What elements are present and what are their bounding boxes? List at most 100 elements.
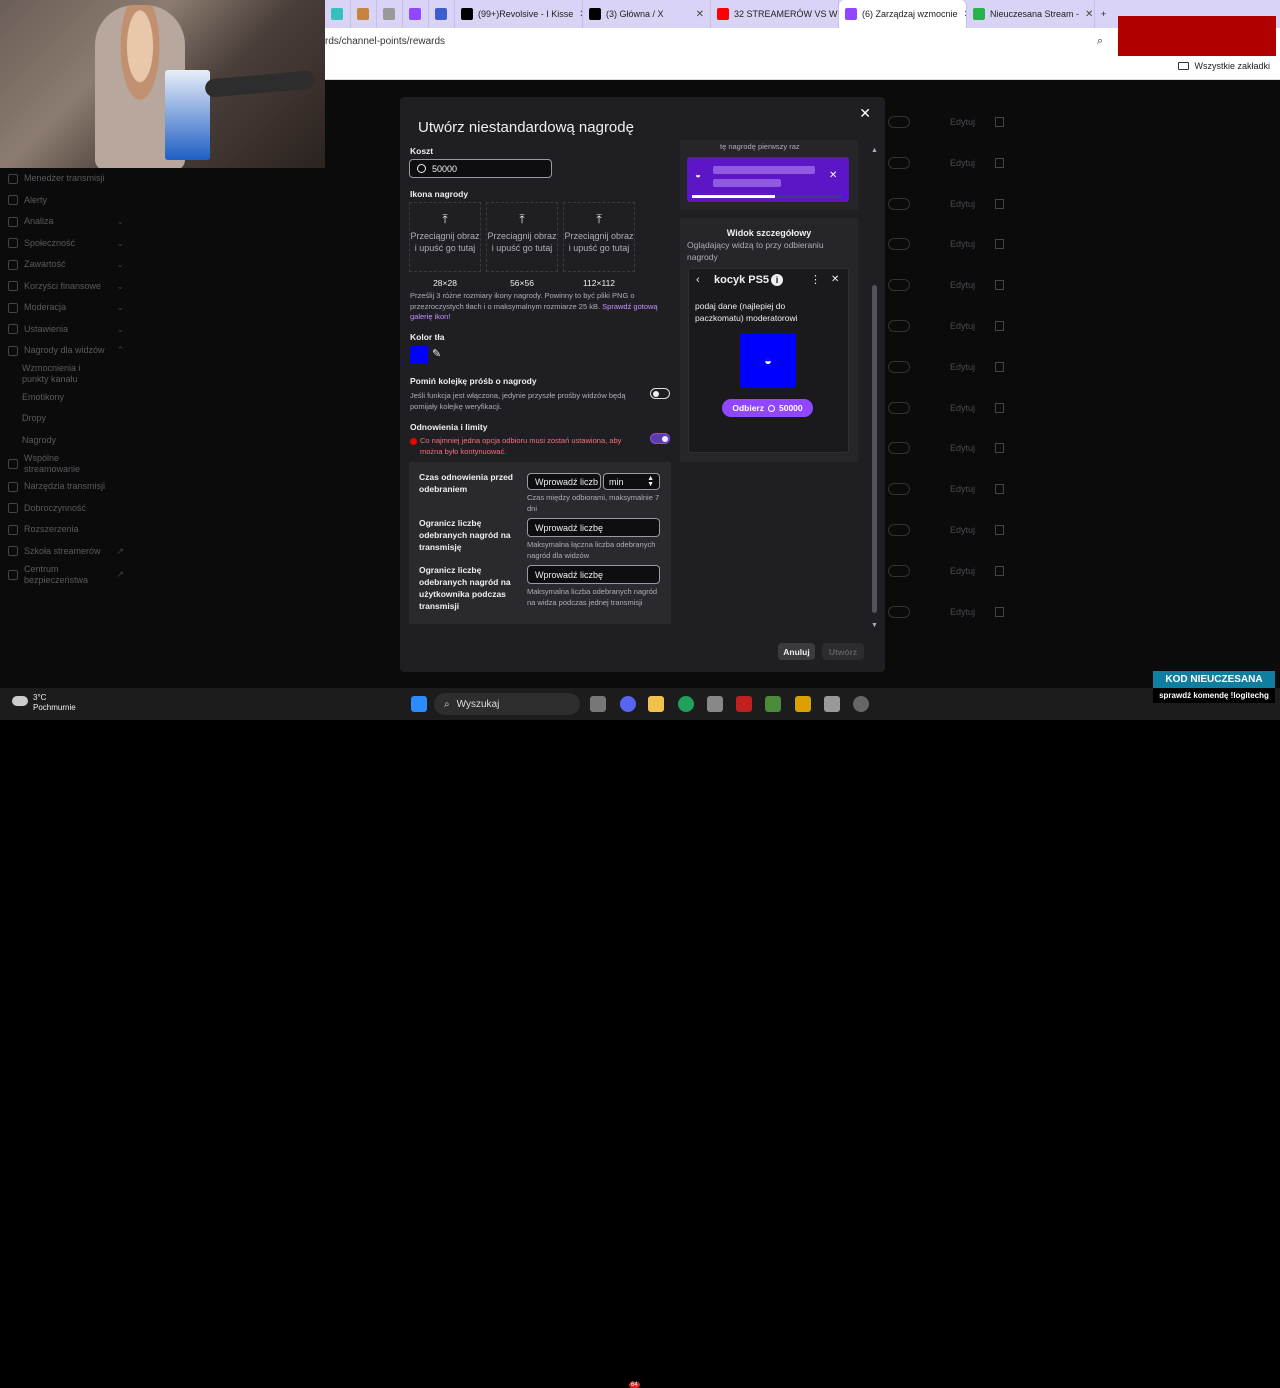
reward-toggle[interactable] — [888, 116, 910, 128]
app-icon[interactable] — [824, 696, 840, 712]
edit-button[interactable]: Edytuj — [950, 566, 975, 576]
sidebar-item[interactable]: Alerty — [0, 190, 130, 212]
reward-toggle[interactable] — [888, 156, 910, 169]
reward-toggle[interactable] — [888, 279, 910, 292]
reward-toggle[interactable] — [888, 564, 910, 577]
edit-button[interactable]: Edytuj — [950, 443, 975, 453]
sidebar-item[interactable]: Wspólne streamowanie — [0, 451, 130, 476]
trash-icon[interactable] — [995, 525, 1005, 535]
trash-icon[interactable] — [995, 484, 1005, 495]
reward-toggle[interactable] — [888, 605, 910, 618]
cooldown-unit-select[interactable]: min ▲ ▼ — [603, 473, 660, 490]
zoom-icon[interactable]: ⌕ — [1097, 35, 1103, 48]
browser-tab[interactable]: (99+)Revolsive - I Kisse✕ — [455, 0, 583, 28]
sidebar-item[interactable]: Nagrody dla widzów ⌃ — [0, 340, 130, 362]
sidebar-item[interactable]: Centrum bezpieczeństwa ↗ — [0, 562, 130, 587]
browser-tab[interactable] — [377, 0, 403, 28]
info-icon[interactable]: i — [771, 274, 783, 286]
edit-button[interactable]: Edytuj — [950, 280, 975, 290]
app-icon[interactable] — [707, 696, 723, 712]
reward-toggle[interactable] — [888, 524, 910, 536]
edit-button[interactable]: Edytuj — [950, 117, 975, 127]
trash-icon[interactable] — [995, 402, 1005, 413]
chrome-icon[interactable] — [678, 696, 694, 712]
sidebar-item[interactable]: Moderacja ⌄ — [0, 297, 130, 319]
sidebar-item[interactable]: Narzędzia transmisji — [0, 476, 130, 498]
reward-toggle[interactable] — [888, 197, 910, 210]
color-swatch[interactable] — [410, 346, 428, 364]
trash-icon[interactable] — [995, 198, 1005, 209]
close-tab-icon[interactable]: ✕ — [573, 9, 582, 20]
trash-icon[interactable] — [995, 443, 1005, 454]
edit-button[interactable]: Edytuj — [950, 362, 975, 372]
edit-button[interactable]: Edytuj — [950, 239, 975, 249]
reward-toggle[interactable] — [888, 483, 910, 496]
edit-button[interactable]: Edytuj — [950, 484, 975, 494]
reward-toggle[interactable] — [888, 360, 910, 373]
task-view-icon[interactable] — [590, 696, 606, 712]
close-icon[interactable]: ✕ — [829, 170, 837, 181]
sidebar-item[interactable]: Korzyści finansowe ⌄ — [0, 276, 130, 298]
app-icon[interactable] — [765, 696, 781, 712]
sidebar-item[interactable]: Dobroczynność — [0, 498, 130, 520]
trash-icon[interactable] — [995, 321, 1005, 331]
url-text[interactable]: rds/channel-points/rewards — [325, 36, 445, 47]
browser-tab[interactable]: Nieuczesana Stream - ✕ — [967, 0, 1095, 28]
sidebar-item[interactable]: Nagrody — [0, 430, 130, 452]
more-icon[interactable]: ⋮ — [810, 273, 821, 286]
scroll-up-icon[interactable]: ▲ — [871, 147, 878, 154]
file-explorer-icon[interactable] — [648, 696, 664, 712]
windows-start-icon[interactable] — [411, 696, 427, 712]
icon-drop-56[interactable]: ⤒ Przeciągnij obraz i upuść go tutaj — [486, 202, 558, 272]
browser-tab[interactable] — [351, 0, 377, 28]
sidebar-item[interactable]: Społeczność ⌄ — [0, 233, 130, 255]
browser-tab[interactable]: (3) Główna / X ✕ — [583, 0, 711, 28]
reward-toggle[interactable] — [888, 401, 910, 414]
reward-toggle[interactable] — [888, 238, 910, 251]
sidebar-item[interactable]: Analiza ⌄ — [0, 211, 130, 233]
reward-toggle[interactable] — [888, 320, 910, 332]
weather-widget[interactable]: 3°C Pochmurnie — [12, 693, 76, 714]
scroll-down-icon[interactable]: ▼ — [871, 622, 878, 629]
discord-icon[interactable] — [620, 696, 636, 712]
app-icon[interactable] — [853, 696, 869, 712]
cancel-button[interactable]: Anuluj — [778, 643, 815, 660]
cooldown-input[interactable]: Wprowadź liczb — [527, 473, 601, 490]
sidebar-item[interactable]: Rozszerzenia — [0, 519, 130, 541]
edit-button[interactable]: Edytuj — [950, 158, 975, 168]
sidebar-item[interactable]: Zawartość ⌄ — [0, 254, 130, 276]
sidebar-item[interactable]: Ustawienia ⌄ — [0, 319, 130, 341]
close-icon[interactable]: ✕ — [859, 105, 871, 122]
sidebar-item[interactable]: Menedżer transmisji — [0, 168, 130, 190]
edit-button[interactable]: Edytuj — [950, 607, 975, 617]
sidebar-item[interactable]: Dropy — [0, 408, 130, 430]
claim-button[interactable]: Odbierz 50000 — [722, 399, 813, 417]
new-tab-button[interactable]: + — [1095, 0, 1112, 28]
create-button[interactable]: Utwórz — [822, 643, 864, 660]
stream-limit-input[interactable]: Wprowadź liczbę — [527, 518, 660, 537]
edit-button[interactable]: Edytuj — [950, 199, 975, 209]
cost-input[interactable]: 50000 — [409, 159, 552, 178]
edit-button[interactable]: Edytuj — [950, 525, 975, 535]
reward-toggle[interactable] — [888, 442, 910, 455]
close-icon[interactable]: ✕ — [831, 274, 839, 285]
trash-icon[interactable] — [995, 157, 1005, 168]
app-icon[interactable] — [736, 696, 752, 712]
browser-tab[interactable] — [403, 0, 429, 28]
close-tab-icon[interactable]: ✕ — [1079, 9, 1093, 20]
icon-drop-28[interactable]: ⤒ Przeciągnij obraz i upuść go tutaj — [409, 202, 481, 272]
browser-tab[interactable] — [325, 0, 351, 28]
all-bookmarks[interactable]: Wszystkie zakładki — [1178, 61, 1270, 71]
modal-scrollbar[interactable] — [872, 285, 877, 613]
eyedropper-icon[interactable]: ✎ — [432, 347, 441, 360]
browser-tab[interactable]: (6) Zarządzaj wzmocnie✕ — [839, 0, 967, 28]
sidebar-item[interactable]: Wzmocnienia i punkty kanału — [0, 362, 130, 387]
edit-button[interactable]: Edytuj — [950, 403, 975, 413]
browser-tab[interactable]: 32 STREAMERÓW VS W✕ — [711, 0, 839, 28]
sidebar-item[interactable]: Szkoła streamerów ↗ — [0, 541, 130, 563]
icon-drop-112[interactable]: ⤒ Przeciągnij obraz i upuść go tutaj — [563, 202, 635, 272]
cooldown-toggle[interactable] — [650, 433, 670, 444]
sidebar-item[interactable]: Emotikony — [0, 387, 130, 409]
skip-queue-toggle[interactable] — [650, 388, 670, 399]
close-tab-icon[interactable]: ✕ — [958, 9, 966, 20]
